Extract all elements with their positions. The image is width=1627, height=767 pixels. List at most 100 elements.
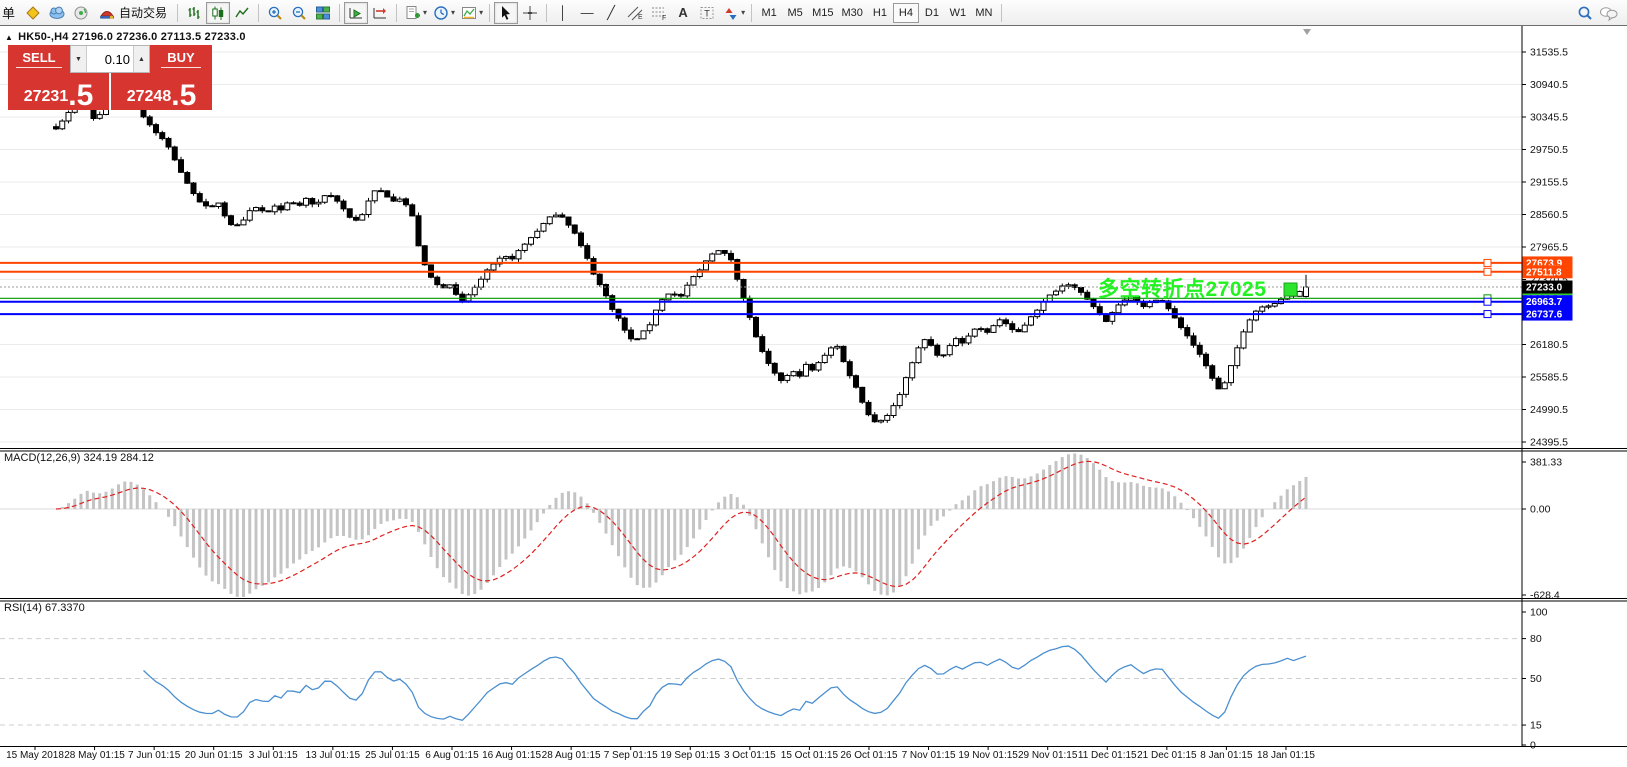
chart-canvas[interactable]: 31535.530940.530345.529750.529155.528560… [0, 26, 1627, 767]
macd-indicator-label: MACD(12,26,9) 324.19 284.12 [4, 452, 154, 464]
timeframe-m30[interactable]: M30 [838, 3, 867, 23]
indicators-icon[interactable] [401, 2, 425, 24]
separator [1001, 4, 1002, 22]
rsi-line [144, 646, 1307, 720]
horizontal-line-icon[interactable]: — [575, 2, 599, 24]
price-badges: 27673.927511.827025.726963.726737.627233… [1523, 256, 1573, 320]
crosshair-icon[interactable] [518, 2, 542, 24]
line-handle [1484, 298, 1491, 305]
timeframe-h4[interactable]: H4 [893, 3, 919, 23]
auto-scroll-icon[interactable] [344, 2, 368, 24]
volume-decrease-button[interactable]: ▼ [71, 46, 87, 72]
timeframe-mn[interactable]: MN [971, 3, 997, 23]
chart-shift-icon[interactable] [368, 2, 392, 24]
cloud-icon[interactable] [45, 2, 69, 24]
signal-icon[interactable] [69, 2, 93, 24]
equidistant-channel-icon[interactable]: E [623, 2, 647, 24]
sell-button[interactable]: SELL [8, 45, 70, 73]
separator [396, 4, 397, 22]
price-axis: 31535.530940.530345.529750.529155.528560… [1522, 47, 1568, 449]
timeframe-d1[interactable]: D1 [919, 3, 945, 23]
separator [751, 4, 752, 22]
volume-increase-button[interactable]: ▲ [133, 46, 149, 72]
fibonacci-icon[interactable]: F [647, 2, 671, 24]
timeframe-m15[interactable]: M15 [808, 3, 837, 23]
buy-label: BUY [161, 50, 200, 68]
expert-icon[interactable] [21, 2, 45, 24]
price-tick-label: 26180.5 [1530, 339, 1568, 351]
rsi-axis-label: 100 [1530, 607, 1548, 619]
new-order-button[interactable]: 单 [2, 3, 15, 22]
price-tick-label: 29750.5 [1530, 144, 1568, 156]
buy-price[interactable]: 27248 .5 [111, 73, 212, 110]
periods-clock-icon[interactable] [429, 2, 453, 24]
sell-price[interactable]: 27231 .5 [8, 73, 109, 110]
tile-windows-icon[interactable] [311, 2, 335, 24]
timeframe-m1[interactable]: M1 [756, 3, 782, 23]
price-badge: 26737.6 [1526, 310, 1563, 321]
price-tick-label: 31535.5 [1530, 47, 1568, 59]
date-axis: 15 May 201828 May 01:157 Jun 01:1520 Jun… [0, 750, 1627, 767]
timeframe-w1[interactable]: W1 [945, 3, 971, 23]
chat-icon[interactable] [1597, 2, 1621, 24]
price-badge: 27511.8 [1526, 267, 1562, 278]
candlestick-icon[interactable] [206, 2, 230, 24]
timeframe-h1[interactable]: H1 [867, 3, 893, 23]
bar-chart-icon[interactable] [182, 2, 206, 24]
autotrading-hat-icon [99, 6, 115, 20]
periods-dropdown-caret[interactable]: ▾ [451, 8, 455, 17]
separator [339, 4, 340, 22]
templates-dropdown-caret[interactable]: ▾ [479, 8, 483, 17]
line-chart-icon[interactable] [230, 2, 254, 24]
rsi-axis-label: 80 [1530, 633, 1542, 645]
date-label: 18 Jan 01:15 [1249, 750, 1323, 761]
vertical-line-icon[interactable]: │ [551, 2, 575, 24]
search-icon[interactable] [1573, 2, 1597, 24]
line-handle [1484, 259, 1491, 266]
svg-text:T: T [704, 8, 710, 18]
text-label-icon[interactable]: T [695, 2, 719, 24]
trendline-icon[interactable]: ╱ [599, 2, 623, 24]
sell-price-main: 27231 [24, 89, 69, 105]
one-click-trading-panel: SELL ▼ ▲ BUY 27231 .5 27248 .5 [8, 45, 212, 110]
autotrading-label: 自动交易 [119, 4, 167, 21]
svg-text:F: F [662, 15, 666, 21]
autotrading-button[interactable]: 自动交易 [93, 2, 173, 24]
line-handle [1484, 268, 1491, 275]
buy-price-main: 27248 [127, 89, 172, 105]
timeframe-m5[interactable]: M5 [782, 3, 808, 23]
svg-text:E: E [638, 14, 643, 21]
sell-price-frac: .5 [68, 83, 93, 109]
price-badge: 27233.0 [1526, 283, 1563, 294]
arrows-icon[interactable] [719, 2, 743, 24]
volume-input[interactable] [87, 46, 133, 72]
arrows-dropdown-caret[interactable]: ▾ [741, 8, 745, 17]
text-icon[interactable]: A [671, 2, 695, 24]
separator [489, 4, 490, 22]
templates-icon[interactable] [457, 2, 481, 24]
price-tick-label: 30345.5 [1530, 111, 1568, 123]
volume-control: ▼ ▲ [70, 45, 150, 73]
annotation-marker [1284, 283, 1297, 296]
sell-label: SELL [16, 50, 61, 68]
rsi-indicator-label: RSI(14) 67.3370 [4, 602, 85, 614]
separator [258, 4, 259, 22]
line-handle [1484, 311, 1491, 318]
chart-title-bar: ▲ HK50-,H4 27196.0 27236.0 27113.5 27233… [5, 31, 246, 43]
zoom-in-icon[interactable] [263, 2, 287, 24]
buy-button[interactable]: BUY [150, 45, 212, 73]
indicators-dropdown-caret[interactable]: ▾ [423, 8, 427, 17]
rsi-axis-label: 15 [1530, 720, 1542, 732]
separator [546, 4, 547, 22]
price-badge: 26963.7 [1526, 297, 1563, 308]
buy-price-frac: .5 [171, 83, 196, 109]
collapse-arrow-icon[interactable]: ▲ [5, 33, 13, 42]
separator [177, 4, 178, 22]
price-tick-label: 25585.5 [1530, 371, 1568, 383]
zoom-out-icon[interactable] [287, 2, 311, 24]
cursor-icon[interactable] [494, 2, 518, 24]
macd-axis-label: -628.4 [1530, 590, 1560, 602]
price-tick-label: 30940.5 [1530, 79, 1568, 91]
price-tick-label: 29155.5 [1530, 176, 1568, 188]
candles-layer [54, 87, 1309, 423]
